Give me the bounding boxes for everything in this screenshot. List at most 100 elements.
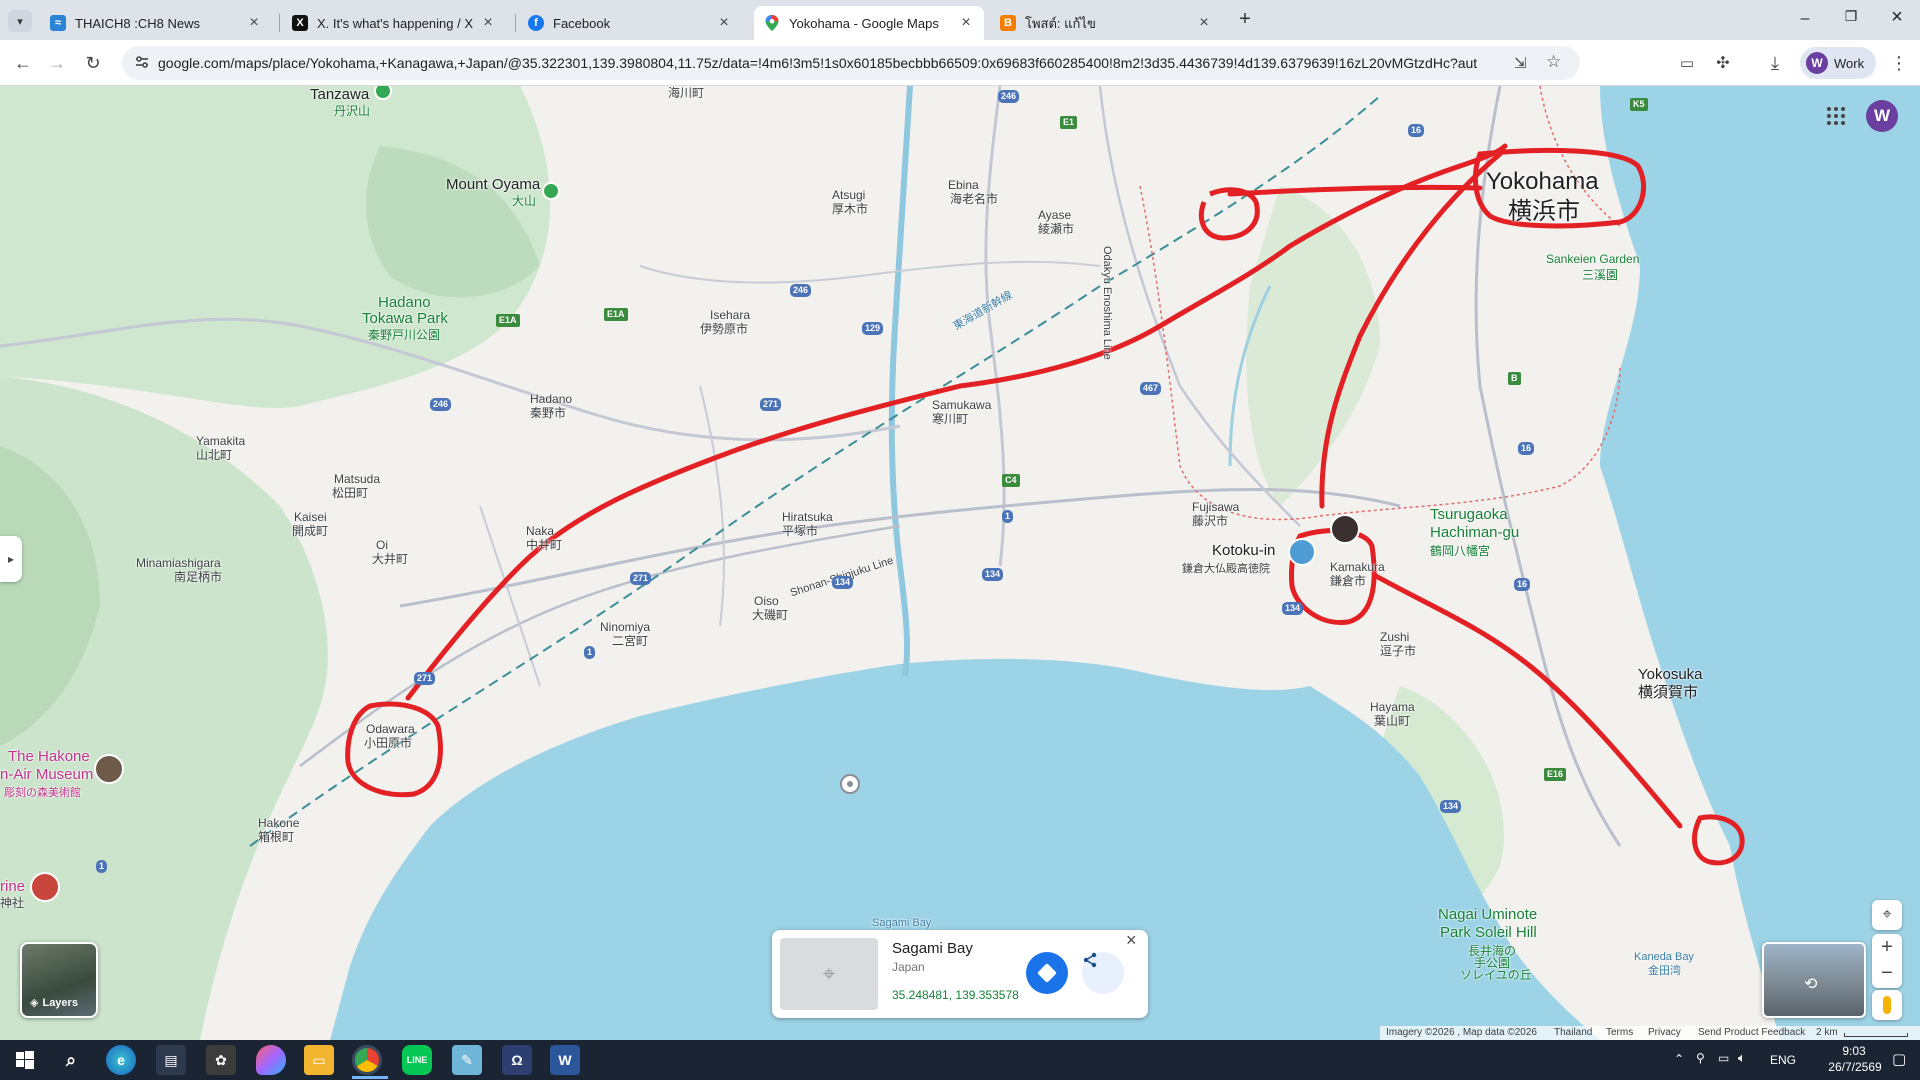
map-label[interactable]: The Hakone bbox=[8, 749, 90, 764]
close-window-icon[interactable]: × bbox=[1882, 6, 1912, 28]
install-app-icon[interactable]: ⇲ bbox=[1514, 54, 1527, 72]
notes-app-icon[interactable]: ✎ bbox=[452, 1045, 482, 1075]
road-shield: 246 bbox=[998, 90, 1020, 103]
line-app-icon[interactable]: LINE bbox=[402, 1045, 432, 1075]
tab-ch8[interactable]: ≈ THAICH8 :CH8 News × bbox=[40, 6, 272, 40]
zoom-out-button[interactable]: − bbox=[1872, 961, 1902, 988]
search-icon[interactable]: ⌕ bbox=[56, 1045, 86, 1075]
map-label[interactable]: Mount Oyama bbox=[446, 177, 540, 192]
my-location-button[interactable]: ⌖ bbox=[1872, 900, 1902, 930]
street-view-preview[interactable]: ⟲ bbox=[1762, 942, 1866, 1018]
country-link[interactable]: Thailand bbox=[1554, 1027, 1592, 1038]
profile-button[interactable]: W Work bbox=[1800, 47, 1876, 79]
pegman-icon[interactable] bbox=[1872, 990, 1902, 1020]
map-label[interactable]: Tanzawa bbox=[310, 87, 369, 102]
volume-icon[interactable]: 🔈︎ bbox=[1738, 1050, 1746, 1066]
close-tab-icon[interactable]: × bbox=[246, 14, 262, 32]
tab-group-icon[interactable]: ▭ bbox=[1672, 48, 1702, 78]
shrine-photo-marker[interactable] bbox=[30, 872, 60, 902]
privacy-link[interactable]: Privacy bbox=[1648, 1027, 1681, 1038]
place-thumbnail[interactable]: ⌖ bbox=[780, 938, 878, 1010]
map-label: Odakyu Enoshima Line bbox=[1101, 246, 1113, 360]
map-canvas[interactable]: Yokohama 横浜市 Yokosuka 横須賀市 Sankeien Gard… bbox=[0, 86, 1920, 1040]
edge-browser-icon[interactable]: e bbox=[106, 1045, 136, 1075]
browser-menu-icon[interactable]: ⋮ bbox=[1884, 48, 1914, 78]
color-picker-icon[interactable] bbox=[256, 1045, 286, 1075]
media-app-icon[interactable]: ▤ bbox=[156, 1045, 186, 1075]
tab-google-maps[interactable]: Yokohama - Google Maps × bbox=[754, 6, 984, 40]
windows-start-icon[interactable] bbox=[10, 1045, 40, 1075]
mountain-marker-icon[interactable] bbox=[542, 182, 560, 200]
zoom-in-button[interactable]: + bbox=[1872, 934, 1902, 961]
site-info-icon[interactable] bbox=[134, 54, 150, 70]
close-card-icon[interactable]: × bbox=[1126, 930, 1137, 951]
google-apps-grid-icon[interactable] bbox=[1826, 106, 1846, 126]
tab-x[interactable]: X X. It's what's happening / X × bbox=[282, 6, 506, 40]
forward-arrow-icon[interactable]: → bbox=[42, 48, 72, 78]
notification-center-icon[interactable]: ▢ bbox=[1892, 1050, 1906, 1068]
display-icon[interactable]: ▭ bbox=[1718, 1051, 1729, 1065]
map-label[interactable]: Yokosuka bbox=[1638, 667, 1703, 682]
road-shield: 134 bbox=[1282, 602, 1304, 615]
photo-avatar-marker[interactable] bbox=[1330, 514, 1360, 544]
chrome-icon[interactable] bbox=[352, 1045, 382, 1075]
app-icon[interactable]: ✿ bbox=[206, 1045, 236, 1075]
browser-tab-bar: ▾ ≈ THAICH8 :CH8 News × X X. It's what's… bbox=[0, 0, 1920, 40]
word-app-icon[interactable]: W bbox=[550, 1045, 580, 1075]
place-name[interactable]: Sagami Bay bbox=[892, 940, 973, 957]
map-label: 中井町 bbox=[526, 538, 563, 552]
map-label: n-Air Museum bbox=[0, 766, 94, 783]
map-label: Samukawa bbox=[932, 398, 992, 412]
restore-window-icon[interactable]: ❐ bbox=[1836, 8, 1866, 28]
clock-date[interactable]: 26/7/2569 bbox=[1820, 1060, 1890, 1074]
place-coordinates[interactable]: 35.248481, 139.353578 bbox=[892, 988, 1019, 1002]
rotate-360-icon: ⟲ bbox=[1804, 976, 1818, 993]
back-arrow-icon[interactable]: ← bbox=[8, 48, 38, 78]
directions-button[interactable] bbox=[1026, 952, 1068, 994]
map-label: 開成町 bbox=[292, 524, 329, 538]
map-label[interactable]: Yokohama bbox=[1486, 168, 1599, 196]
close-tab-icon[interactable]: × bbox=[716, 14, 732, 32]
place-card[interactable]: ⌖ Sagami Bay Japan 35.248481, 139.353578… bbox=[772, 930, 1148, 1018]
terms-link[interactable]: Terms bbox=[1606, 1027, 1633, 1038]
road-shield: 1 bbox=[1002, 510, 1014, 523]
show-hidden-icons-icon[interactable]: ⌃ bbox=[1674, 1052, 1684, 1066]
network-icon[interactable]: ⚲ bbox=[1696, 1051, 1705, 1065]
scale-label[interactable]: 2 km bbox=[1816, 1027, 1838, 1038]
omega-app-icon[interactable]: Ω bbox=[502, 1045, 532, 1075]
share-button[interactable] bbox=[1082, 952, 1124, 994]
photo-avatar-marker[interactable] bbox=[94, 754, 124, 784]
road-shield: E1 bbox=[1060, 116, 1078, 129]
input-language[interactable]: ENG bbox=[1770, 1053, 1796, 1067]
map-label[interactable]: Sankeien Garden bbox=[1546, 252, 1639, 266]
map-label[interactable]: Hadano bbox=[378, 295, 431, 310]
bookmark-star-icon[interactable]: ☆ bbox=[1546, 52, 1561, 72]
close-tab-icon[interactable]: × bbox=[958, 14, 974, 32]
extensions-puzzle-icon[interactable]: ✣ bbox=[1708, 48, 1738, 78]
buddha-photo-marker[interactable] bbox=[1288, 538, 1316, 566]
clock-time[interactable]: 9:03 bbox=[1830, 1044, 1878, 1058]
account-avatar[interactable]: W bbox=[1866, 100, 1898, 132]
address-bar[interactable]: google.com/maps/place/Yokohama,+Kanagawa… bbox=[122, 46, 1580, 80]
ch8-favicon-icon: ≈ bbox=[50, 15, 66, 31]
tab-facebook[interactable]: f Facebook × bbox=[518, 6, 742, 40]
file-explorer-icon[interactable]: ▭ bbox=[304, 1045, 334, 1075]
map-label[interactable]: Tsurugaoka bbox=[1430, 507, 1508, 522]
map-label[interactable]: Nagai Uminote bbox=[1438, 907, 1537, 922]
new-tab-icon[interactable]: + bbox=[1234, 8, 1256, 30]
map-label: 小田原市 bbox=[364, 736, 413, 750]
layers-button[interactable]: ◈ Layers bbox=[20, 942, 98, 1018]
tab-title: X. It's what's happening / X bbox=[317, 15, 473, 31]
expand-side-panel-button[interactable]: ▸ bbox=[0, 536, 22, 582]
minimize-window-icon[interactable]: – bbox=[1790, 10, 1820, 30]
close-tab-icon[interactable]: × bbox=[1196, 14, 1212, 32]
map-label[interactable]: Kotoku-in bbox=[1212, 543, 1275, 558]
tab-blogger[interactable]: B โพสต์: แก้ไข × bbox=[990, 6, 1222, 40]
close-tab-icon[interactable]: × bbox=[480, 14, 496, 32]
road-shield: C4 bbox=[1002, 474, 1020, 487]
reload-icon[interactable]: ↻ bbox=[78, 48, 108, 78]
blogger-icon: B bbox=[1000, 15, 1016, 31]
feedback-link[interactable]: Send Product Feedback bbox=[1698, 1027, 1805, 1038]
downloads-icon[interactable]: ⤓ bbox=[1760, 48, 1790, 78]
tab-search-icon[interactable]: ▾ bbox=[8, 10, 32, 32]
